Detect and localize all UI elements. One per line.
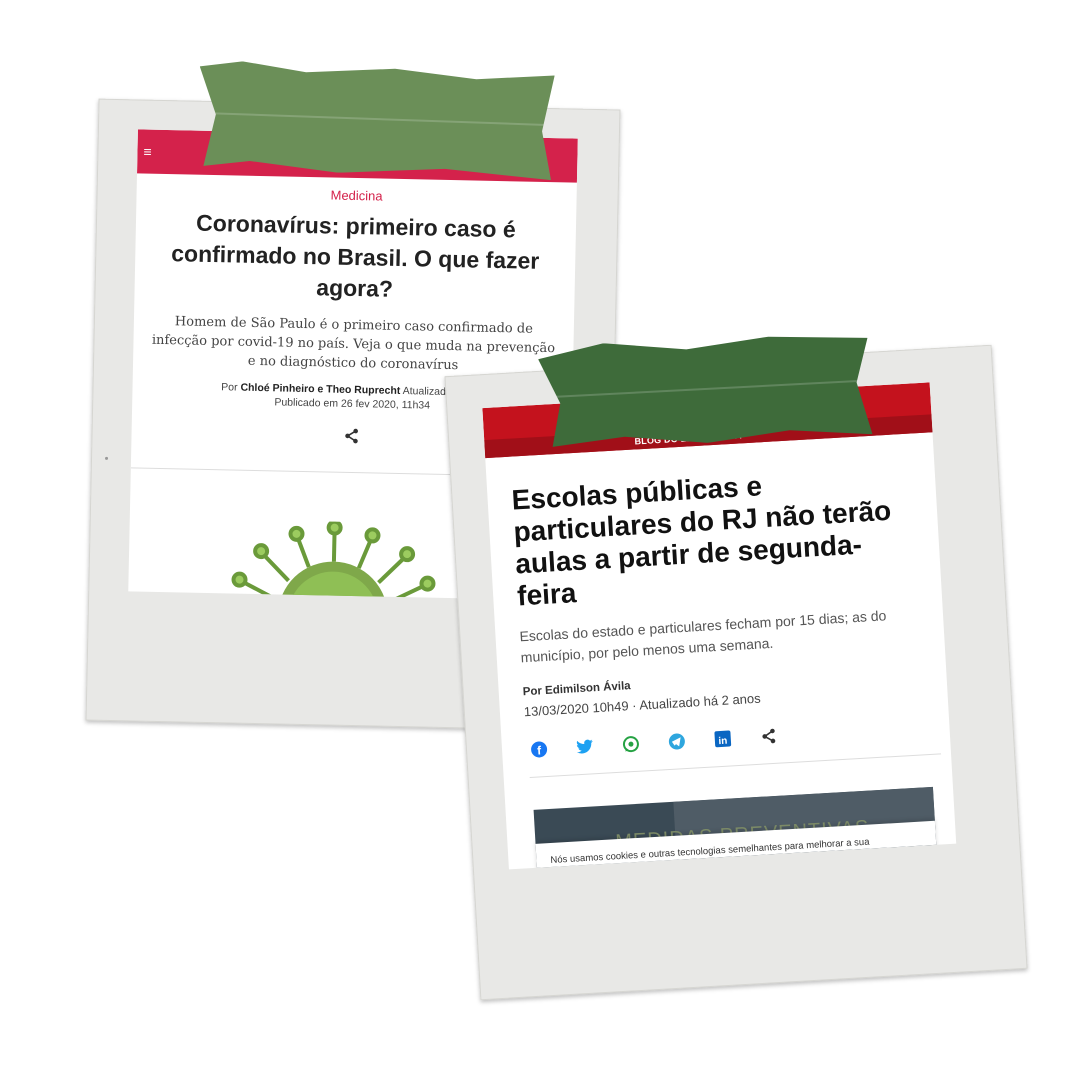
hamburger-icon[interactable]: ≡ bbox=[143, 144, 152, 160]
share-icon[interactable] bbox=[757, 725, 780, 748]
article-headline: Coronavírus: primeiro caso é confirmado … bbox=[171, 209, 540, 302]
polaroid-frame-2: BLOG DO EDIMILSON Á Escolas públicas e p… bbox=[444, 344, 1028, 1001]
whatsapp-icon[interactable] bbox=[619, 733, 642, 756]
cookie-banner-text: Nós usamos cookies e outras tecnologias … bbox=[550, 836, 870, 866]
share-icon bbox=[345, 428, 358, 444]
article-headline: Escolas públicas e particulares do RJ nã… bbox=[510, 470, 892, 612]
article-subheadline: Escolas do estado e particulares fecham … bbox=[519, 607, 887, 666]
telegram-icon[interactable] bbox=[665, 730, 688, 753]
article-screenshot-2: BLOG DO EDIMILSON Á Escolas públicas e p… bbox=[482, 382, 957, 870]
article-subheadline: Homem de São Paulo é o primeiro caso con… bbox=[151, 314, 556, 374]
share-bar: f in bbox=[527, 715, 950, 761]
paper-speck bbox=[105, 456, 109, 460]
svg-text:in: in bbox=[718, 736, 728, 747]
linkedin-icon[interactable]: in bbox=[711, 727, 734, 750]
category-label[interactable]: Medicina bbox=[136, 183, 576, 207]
twitter-icon[interactable] bbox=[573, 735, 596, 758]
coronavirus-illustration bbox=[220, 519, 436, 601]
published-date: Publicado em 26 fev 2020, 11h34 bbox=[274, 396, 431, 412]
facebook-icon[interactable]: f bbox=[527, 738, 550, 761]
byline-prefix: Por bbox=[221, 381, 238, 394]
article-authors[interactable]: Chloé Pinheiro e Theo Ruprecht bbox=[240, 382, 400, 397]
